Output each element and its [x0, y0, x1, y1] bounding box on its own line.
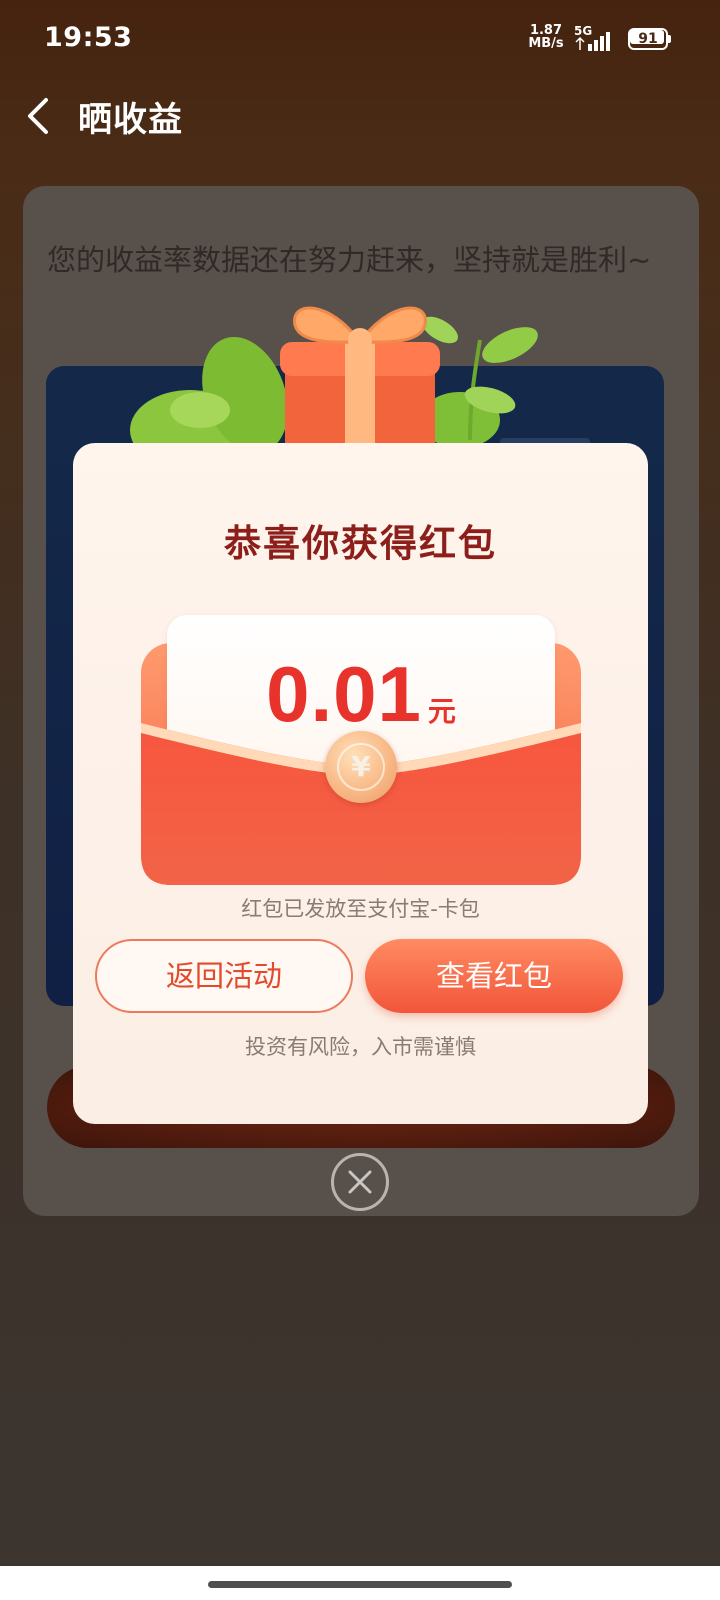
close-icon: [348, 1170, 372, 1194]
page-title: 晒收益: [78, 100, 183, 140]
battery-level: 91: [638, 31, 658, 47]
back-arrow-icon[interactable]: [22, 94, 58, 138]
earnings-pending-message: 您的收益率数据还在努力赶来，坚持就是胜利~: [47, 243, 652, 277]
dialog-title: 恭喜你获得红包: [224, 522, 497, 565]
risk-warning: 投资有风险，入市需谨慎: [245, 1035, 476, 1059]
close-dialog-button[interactable]: [331, 1153, 389, 1211]
battery-icon: 91: [628, 28, 672, 50]
red-envelope: 0.01 元 ¥: [141, 615, 581, 885]
header: 晒收益: [0, 76, 720, 156]
yen-seal-icon: ¥: [325, 731, 397, 803]
gift-box-illustration: [130, 306, 538, 460]
delivery-notice: 红包已发放至支付宝-卡包: [241, 897, 480, 921]
status-time: 19:53: [44, 22, 133, 53]
view-red-packet-button[interactable]: 查看红包: [365, 939, 623, 1013]
network-speed: 1.87 MB/s: [528, 24, 564, 50]
return-to-activity-button[interactable]: 返回活动: [95, 939, 353, 1013]
red-packet-dialog: 恭喜你获得红包 0.01 元 ¥ 红包已发放至支付宝-卡包 返回活动 查看红包 投…: [73, 443, 648, 1124]
signal-icon: [575, 32, 610, 51]
status-bar: 19:53 1.87 MB/s 5G 91: [0, 0, 720, 76]
network-speed-unit: MB/s: [528, 36, 564, 51]
home-indicator[interactable]: [208, 1581, 512, 1588]
